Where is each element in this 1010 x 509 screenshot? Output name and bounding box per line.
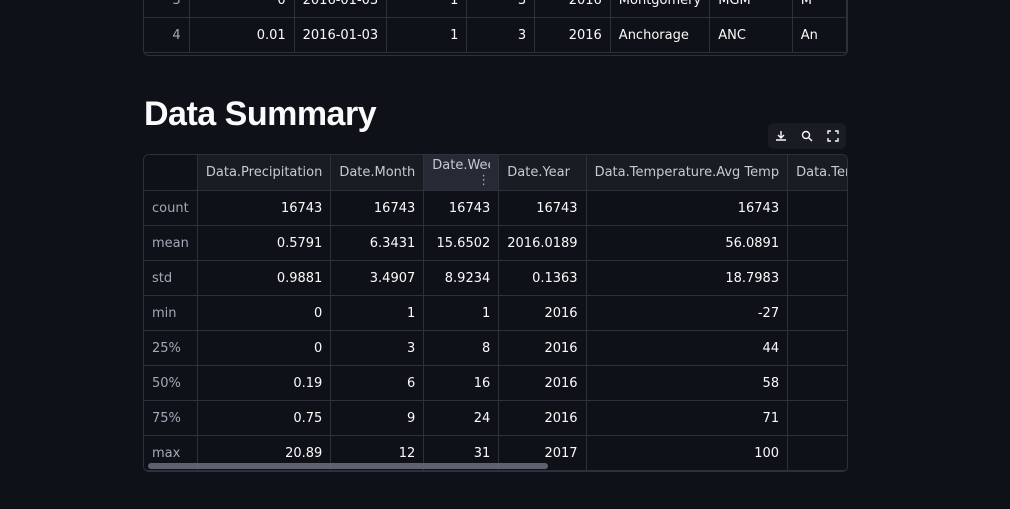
table-cell[interactable]: 2016-01-03 <box>294 17 388 53</box>
row-index[interactable]: min <box>144 295 198 331</box>
table-row: mean 0.5791 6.3431 15.6502 2016.0189 56.0891 <box>144 225 847 261</box>
table-row: count 16743 16743 16743 16743 16743 <box>144 190 847 226</box>
download-icon[interactable] <box>771 126 791 146</box>
table-cell[interactable]: 2016 <box>498 295 587 331</box>
table-cell[interactable]: ANC <box>709 17 793 53</box>
table-cell[interactable]: 1 <box>386 0 468 18</box>
table-cell[interactable]: 2016 <box>534 0 611 18</box>
table-cell[interactable]: 3 <box>466 0 536 18</box>
table-row: min 0 1 1 2016 -27 <box>144 295 847 331</box>
table-cell[interactable] <box>787 225 847 261</box>
table-cell[interactable]: 56.0891 <box>586 225 789 261</box>
table-cell[interactable]: 16743 <box>498 190 587 226</box>
table-cell[interactable]: 0 <box>189 0 295 18</box>
row-index[interactable]: 25% <box>144 330 198 366</box>
column-header[interactable]: Date.Year <box>498 155 587 191</box>
table-cell[interactable]: 1 <box>423 295 500 331</box>
dataframe-toolbar <box>768 123 846 149</box>
column-header[interactable]: Date.Month <box>330 155 425 191</box>
table-cell[interactable]: 2016 <box>498 365 587 401</box>
table-cell[interactable] <box>787 330 847 366</box>
table-cell[interactable]: 0.01 <box>189 17 295 53</box>
table-cell[interactable]: Anchorage <box>610 17 711 53</box>
table-cell[interactable] <box>787 365 847 401</box>
table-cell[interactable]: 16743 <box>586 190 789 226</box>
table-cell[interactable]: MGM <box>709 0 793 18</box>
table-cell[interactable]: 0 <box>197 295 332 331</box>
row-index[interactable]: std <box>144 260 198 296</box>
top-dataframe[interactable]: 3 0 2016-01-03 1 3 2016 Montgomery MGM M 4 0.01 201… <box>143 0 848 56</box>
table-cell[interactable]: 16743 <box>197 190 332 226</box>
horizontal-scrollbar[interactable] <box>148 463 548 469</box>
table-row: 75% 0.75 9 24 2016 71 <box>144 400 847 436</box>
table-cell[interactable]: 71 <box>586 400 789 436</box>
table-row: 50% 0.19 6 16 2016 58 <box>144 365 847 401</box>
row-index[interactable]: 3 <box>144 0 190 18</box>
table-cell[interactable]: 9 <box>330 400 425 436</box>
table-row: 25% 0 3 8 2016 44 <box>144 330 847 366</box>
table-cell[interactable]: 2016 <box>534 17 611 53</box>
row-index[interactable]: 50% <box>144 365 198 401</box>
column-header[interactable]: Data.Precipitation <box>197 155 332 191</box>
table-cell[interactable]: 2016 <box>498 330 587 366</box>
row-index[interactable]: 4 <box>144 17 190 53</box>
table-cell[interactable]: 6 <box>330 365 425 401</box>
table-row: std 0.9881 3.4907 8.9234 0.1363 18.7983 <box>144 260 847 296</box>
table-row: 4 0.01 2016-01-03 1 3 2016 Anchorage ANC An <box>144 17 847 53</box>
table-cell[interactable]: 2016-01-03 <box>294 0 388 18</box>
table-cell[interactable]: M <box>792 0 847 18</box>
table-cell[interactable]: 16 <box>423 365 500 401</box>
table-cell[interactable]: 8.9234 <box>423 260 500 296</box>
table-cell[interactable]: 6.3431 <box>330 225 425 261</box>
fullscreen-icon[interactable] <box>823 126 843 146</box>
table-cell[interactable]: 3 <box>466 17 536 53</box>
table-cell[interactable]: 24 <box>423 400 500 436</box>
table-cell[interactable] <box>787 435 847 471</box>
table-cell[interactable]: 16743 <box>423 190 500 226</box>
summary-dataframe[interactable]: Data.PrecipitationDate.MonthDate.Week⋮Da… <box>143 154 848 472</box>
table-cell[interactable]: 100 <box>586 435 789 471</box>
table-cell[interactable]: 58 <box>586 365 789 401</box>
column-header[interactable]: Date.Week⋮ <box>423 155 500 191</box>
table-cell[interactable]: 44 <box>586 330 789 366</box>
column-header[interactable]: Data.Temperature.Avg Temp <box>586 155 789 191</box>
column-header-label: Date.Week <box>432 157 490 173</box>
table-cell[interactable]: 1 <box>386 17 468 53</box>
table-cell[interactable] <box>787 295 847 331</box>
table-cell[interactable] <box>787 190 847 226</box>
table-cell[interactable]: An <box>792 17 847 53</box>
column-header[interactable]: Data.Temperature <box>787 155 847 191</box>
row-index[interactable]: mean <box>144 225 198 261</box>
table-cell[interactable]: 3.4907 <box>330 260 425 296</box>
section-title: Data Summary <box>144 95 377 133</box>
column-menu-icon[interactable]: ⋮ <box>477 173 490 188</box>
table-cell[interactable]: 0.5791 <box>197 225 332 261</box>
table-cell[interactable]: 0.75 <box>197 400 332 436</box>
row-index[interactable]: count <box>144 190 198 226</box>
table-cell[interactable]: Montgomery <box>610 0 711 18</box>
table-cell[interactable]: 0.19 <box>197 365 332 401</box>
table-cell[interactable] <box>787 400 847 436</box>
table-cell[interactable]: 1 <box>330 295 425 331</box>
table-cell[interactable]: 0 <box>197 330 332 366</box>
table-row: 3 0 2016-01-03 1 3 2016 Montgomery MGM M <box>144 0 847 18</box>
row-index[interactable]: 75% <box>144 400 198 436</box>
table-cell[interactable]: 3 <box>330 330 425 366</box>
table-cell[interactable]: 18.7983 <box>586 260 789 296</box>
table-cell[interactable]: 0.1363 <box>498 260 587 296</box>
table-cell[interactable]: -27 <box>586 295 789 331</box>
table-cell[interactable]: 0.9881 <box>197 260 332 296</box>
table-cell[interactable]: 8 <box>423 330 500 366</box>
table-cell[interactable]: 2016.0189 <box>498 225 587 261</box>
search-icon[interactable] <box>797 126 817 146</box>
table-cell[interactable]: 2016 <box>498 400 587 436</box>
table-cell[interactable]: 16743 <box>330 190 425 226</box>
table-cell[interactable] <box>787 260 847 296</box>
table-cell[interactable]: 15.6502 <box>423 225 500 261</box>
index-header <box>144 155 198 191</box>
